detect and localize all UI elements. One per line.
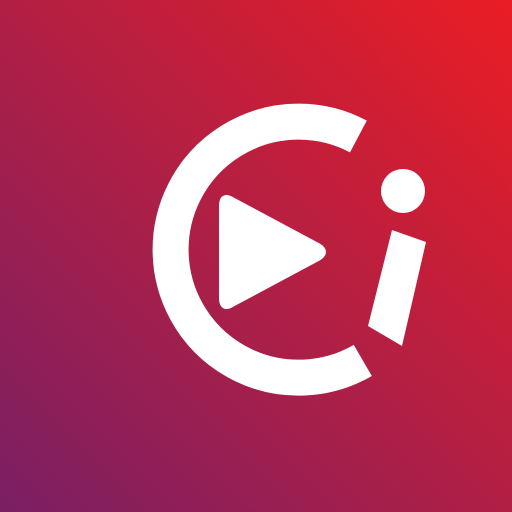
app-icon-graphic — [0, 0, 512, 512]
app-icon — [0, 0, 512, 512]
info-i-dot — [381, 169, 425, 213]
